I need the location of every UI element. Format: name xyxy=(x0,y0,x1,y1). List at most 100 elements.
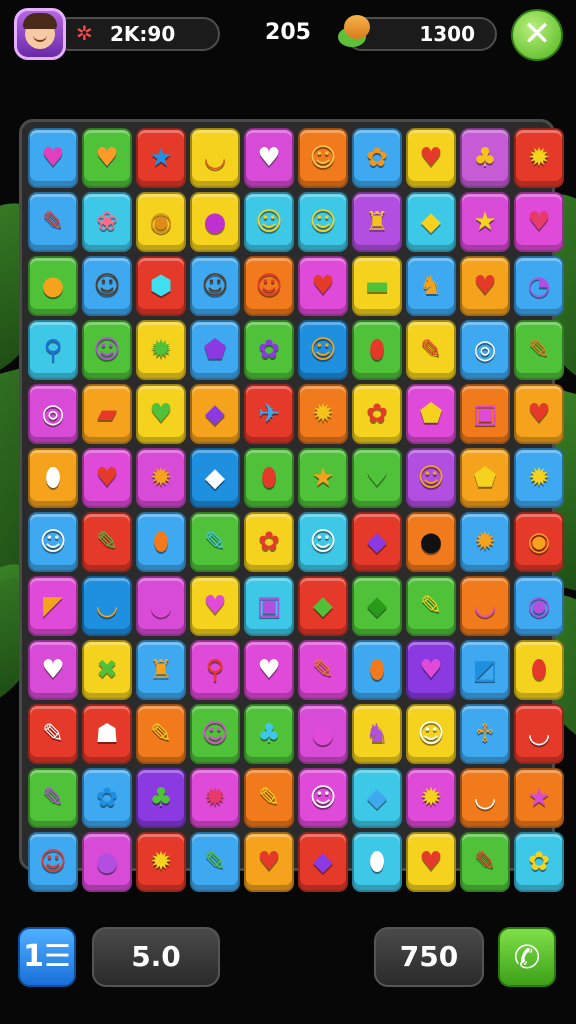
game-tile[interactable]: ☺ xyxy=(406,704,456,764)
game-tile[interactable]: ● xyxy=(82,832,132,892)
game-tile[interactable]: ✎ xyxy=(28,192,78,252)
game-tile[interactable]: ◎ xyxy=(460,320,510,380)
game-tile[interactable]: ✎ xyxy=(514,320,564,380)
game-tile[interactable]: ♥ xyxy=(514,384,564,444)
game-tile[interactable]: ★ xyxy=(298,448,348,508)
game-tile[interactable]: ✎ xyxy=(28,768,78,828)
game-tile[interactable]: ☺ xyxy=(298,512,348,572)
game-tile[interactable]: ✎ xyxy=(190,832,240,892)
game-tile[interactable]: ★ xyxy=(514,768,564,828)
game-tile[interactable]: ♥ xyxy=(190,576,240,636)
game-tile[interactable]: ● xyxy=(406,512,456,572)
game-tile[interactable]: ◡ xyxy=(136,576,186,636)
game-tile[interactable]: ♥ xyxy=(298,256,348,316)
menu-button[interactable]: 1☰ xyxy=(18,927,76,987)
player-avatar[interactable] xyxy=(14,8,66,60)
game-tile[interactable]: ◆ xyxy=(298,576,348,636)
game-tile[interactable]: ❀ xyxy=(82,192,132,252)
game-tile[interactable]: ♥ xyxy=(460,256,510,316)
game-tile[interactable]: ☺ xyxy=(82,320,132,380)
game-tile[interactable]: ◆ xyxy=(352,512,402,572)
game-tile[interactable]: ◉ xyxy=(514,576,564,636)
game-tile[interactable]: ◉ xyxy=(136,192,186,252)
game-tile[interactable]: ⬮ xyxy=(28,448,78,508)
game-tile[interactable]: ◩ xyxy=(460,640,510,700)
game-tile[interactable]: ♥ xyxy=(82,448,132,508)
game-tile[interactable]: ★ xyxy=(460,192,510,252)
game-tile[interactable]: ✹ xyxy=(136,832,186,892)
game-tile[interactable]: ● xyxy=(298,704,348,764)
game-tile[interactable]: ⬟ xyxy=(190,320,240,380)
game-tile[interactable]: ♣ xyxy=(244,704,294,764)
game-tile[interactable]: ☺ xyxy=(190,704,240,764)
game-tile[interactable]: ◤ xyxy=(28,576,78,636)
game-tile[interactable]: ♥ xyxy=(28,640,78,700)
game-tile[interactable]: ✎ xyxy=(244,768,294,828)
game-tile[interactable]: ● xyxy=(28,256,78,316)
game-tile[interactable]: ◎ xyxy=(28,384,78,444)
game-tile[interactable]: ♜ xyxy=(136,640,186,700)
game-tile[interactable]: ♥ xyxy=(82,128,132,188)
game-tile[interactable]: ☺ xyxy=(82,256,132,316)
game-tile[interactable]: ◆ xyxy=(298,832,348,892)
game-tile[interactable]: ✹ xyxy=(514,448,564,508)
game-tile[interactable]: ▣ xyxy=(460,384,510,444)
game-tile[interactable]: ☺ xyxy=(298,192,348,252)
game-tile[interactable]: ♥ xyxy=(514,192,564,252)
game-tile[interactable]: ◆ xyxy=(352,576,402,636)
game-tile[interactable]: ✎ xyxy=(82,512,132,572)
game-tile[interactable]: ✹ xyxy=(136,320,186,380)
game-tile[interactable]: ✎ xyxy=(28,704,78,764)
game-tile[interactable]: ♥ xyxy=(244,128,294,188)
game-tile[interactable]: ✿ xyxy=(514,832,564,892)
game-tile[interactable]: ✎ xyxy=(460,832,510,892)
game-tile[interactable]: ♞ xyxy=(352,704,402,764)
game-tile[interactable]: ◆ xyxy=(406,192,456,252)
game-tile[interactable]: ◡ xyxy=(514,704,564,764)
game-tile[interactable]: ☺ xyxy=(298,320,348,380)
game-tile[interactable]: ◡ xyxy=(82,576,132,636)
game-tile[interactable]: ✎ xyxy=(190,512,240,572)
game-tile[interactable]: ☺ xyxy=(244,192,294,252)
game-tile[interactable]: ☺ xyxy=(244,256,294,316)
game-tile[interactable]: ◆ xyxy=(190,448,240,508)
call-button[interactable]: ✆ xyxy=(498,927,556,987)
game-tile[interactable]: ☗ xyxy=(82,704,132,764)
close-button[interactable]: ✕ xyxy=(511,9,563,61)
game-tile[interactable]: ✿ xyxy=(244,320,294,380)
game-tile[interactable]: ✖ xyxy=(82,640,132,700)
game-tile[interactable]: ♥ xyxy=(406,128,456,188)
game-tile[interactable]: ✹ xyxy=(406,768,456,828)
game-tile[interactable]: ✹ xyxy=(514,128,564,188)
game-tile[interactable]: ☺ xyxy=(406,448,456,508)
game-tile[interactable]: ✹ xyxy=(190,768,240,828)
game-tile[interactable]: ▰ xyxy=(82,384,132,444)
game-tile[interactable]: ✿ xyxy=(352,128,402,188)
game-tile[interactable]: ⬮ xyxy=(352,832,402,892)
game-tile[interactable]: ⬟ xyxy=(460,448,510,508)
game-tile[interactable]: ⬢ xyxy=(136,256,186,316)
game-tile[interactable]: ✎ xyxy=(406,320,456,380)
game-tile[interactable]: ☺ xyxy=(190,256,240,316)
game-tile[interactable]: ✹ xyxy=(298,384,348,444)
game-tile[interactable]: ♣ xyxy=(136,768,186,828)
game-tile[interactable]: ⬮ xyxy=(136,512,186,572)
game-tile[interactable]: ◔ xyxy=(514,256,564,316)
game-tile[interactable]: ◡ xyxy=(460,576,510,636)
game-tile[interactable]: ✎ xyxy=(136,704,186,764)
game-tile[interactable]: ◡ xyxy=(460,768,510,828)
game-tile[interactable]: ☺ xyxy=(28,512,78,572)
game-tile[interactable]: ✹ xyxy=(136,448,186,508)
game-tile[interactable]: ☺ xyxy=(298,128,348,188)
game-tile[interactable]: ⬟ xyxy=(406,384,456,444)
game-tile[interactable]: ♣ xyxy=(460,128,510,188)
game-tile[interactable]: ☺ xyxy=(28,832,78,892)
game-tile[interactable]: ♥ xyxy=(244,832,294,892)
game-tile[interactable]: ♥ xyxy=(406,640,456,700)
game-tile[interactable]: ⬮ xyxy=(514,640,564,700)
game-tile[interactable]: ✎ xyxy=(406,576,456,636)
game-tile[interactable]: ✿ xyxy=(352,384,402,444)
game-tile[interactable]: ▬ xyxy=(352,256,402,316)
game-tile[interactable]: ⬮ xyxy=(352,320,402,380)
game-tile[interactable]: ✿ xyxy=(244,512,294,572)
